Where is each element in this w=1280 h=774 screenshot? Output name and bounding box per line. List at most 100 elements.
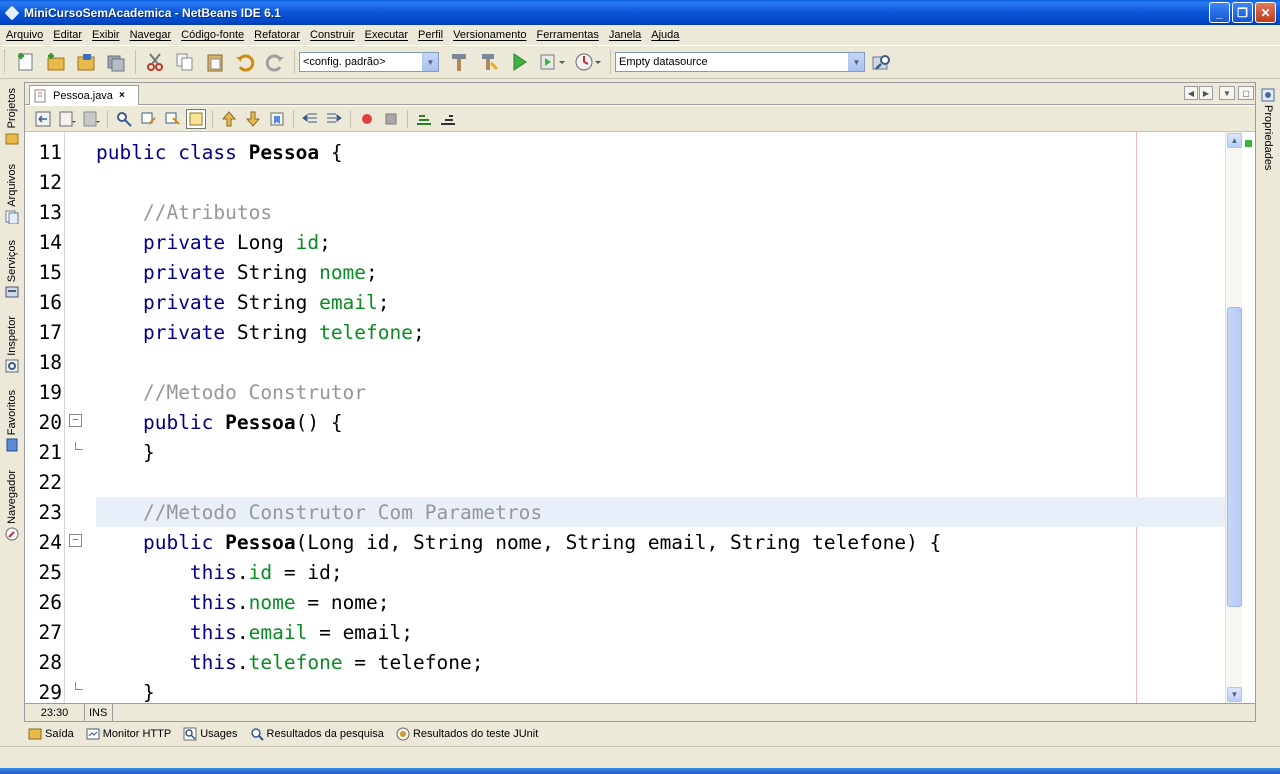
tab-projetos[interactable]: Projetos [1, 88, 23, 145]
run-icon[interactable] [507, 50, 531, 74]
start-macro-recording-icon[interactable] [357, 109, 377, 129]
tab-usages[interactable]: Usages [183, 727, 238, 741]
save-all-icon[interactable] [104, 50, 128, 74]
fold-collapse-icon[interactable]: − [69, 414, 82, 427]
code-line[interactable]: 21 } [25, 437, 1225, 467]
tab-inspetor[interactable]: Inspetor [1, 316, 23, 373]
code-line[interactable]: 20 public Pessoa() { [25, 407, 1225, 437]
shift-left-icon[interactable] [300, 109, 320, 129]
menu-executar[interactable]: Executar [360, 29, 413, 41]
code-line[interactable]: 17 private String telefone; [25, 317, 1225, 347]
code-line[interactable]: 15 private String nome; [25, 257, 1225, 287]
config-combo[interactable]: <config. padrão> ▼ [299, 52, 439, 72]
copy-icon[interactable] [173, 50, 197, 74]
tab-resultados-junit[interactable]: Resultados do teste JUnit [396, 727, 538, 741]
code-line[interactable]: 26 this.nome = nome; [25, 587, 1225, 617]
profile-icon[interactable] [573, 50, 603, 74]
code-line-current[interactable]: 23 //Metodo Construtor Com Parametros [25, 497, 1225, 527]
stop-macro-recording-icon[interactable] [381, 109, 401, 129]
code-line[interactable]: 14 private Long id; [25, 227, 1225, 257]
debug-icon[interactable] [537, 50, 567, 74]
code-line[interactable]: 24 public Pessoa(Long id, String nome, S… [25, 527, 1225, 557]
chevron-down-icon[interactable]: ▼ [422, 53, 438, 71]
last-edit-icon[interactable] [33, 109, 53, 129]
next-bookmark-icon[interactable] [243, 109, 263, 129]
tab-navegador[interactable]: Navegador [1, 470, 23, 541]
new-file-icon[interactable] [14, 50, 38, 74]
code-line[interactable]: 27 this.email = email; [25, 617, 1225, 647]
menu-navegar[interactable]: Navegar [125, 29, 177, 41]
tab-saida[interactable]: Saída [28, 727, 74, 741]
menu-exibir[interactable]: Exibir [87, 29, 125, 41]
tab-pessoa-java[interactable]: Pessoa.java × [29, 85, 139, 105]
build-hammer-icon[interactable] [447, 50, 471, 74]
find-selection-icon[interactable] [114, 109, 134, 129]
code-line[interactable]: 19 //Metodo Construtor [25, 377, 1225, 407]
paste-icon[interactable] [203, 50, 227, 74]
error-stripe[interactable] [1242, 132, 1255, 703]
uncomment-icon[interactable] [438, 109, 458, 129]
code-line[interactable]: 29 } [25, 677, 1225, 704]
close-tab-icon[interactable]: × [119, 90, 125, 101]
code-line[interactable]: 11 public class Pessoa { [25, 137, 1225, 167]
code-line[interactable]: 13 //Atributos [25, 197, 1225, 227]
code-editor[interactable]: 11 public class Pessoa { 12 13 //Atributo… [25, 132, 1255, 703]
scrollbar-thumb[interactable] [1227, 307, 1242, 607]
forward-icon[interactable] [81, 109, 101, 129]
tab-propriedades[interactable]: Propriedades [1257, 88, 1279, 170]
menu-codigo-fonte[interactable]: Código-fonte [176, 29, 249, 41]
redo-icon[interactable] [263, 50, 287, 74]
code-line[interactable]: 22 [25, 467, 1225, 497]
tab-favoritos[interactable]: Favoritos [1, 390, 23, 452]
code-line[interactable]: 28 this.telefone = telefone; [25, 647, 1225, 677]
undo-icon[interactable] [233, 50, 257, 74]
find-previous-icon[interactable] [138, 109, 158, 129]
code-line[interactable]: 18 [25, 347, 1225, 377]
toggle-bookmark-icon[interactable] [267, 109, 287, 129]
cut-icon[interactable] [143, 50, 167, 74]
scroll-tabs-left-icon[interactable]: ◀ [1184, 86, 1198, 100]
menu-arquivo[interactable]: Arquivo [1, 29, 48, 41]
chevron-down-icon[interactable]: ▼ [848, 53, 864, 71]
tab-saida-label: Saída [45, 728, 74, 740]
tab-resultados-pesquisa[interactable]: Resultados da pesquisa [250, 727, 384, 741]
shift-right-icon[interactable] [324, 109, 344, 129]
fold-collapse-icon[interactable]: − [69, 534, 82, 547]
find-next-icon[interactable] [162, 109, 182, 129]
clean-build-icon[interactable] [477, 50, 501, 74]
http-monitor-icon [86, 728, 100, 740]
datasource-combo[interactable]: Empty datasource ▼ [615, 52, 865, 72]
maximize-window-icon[interactable]: ▢ [1238, 86, 1254, 100]
close-button[interactable]: ✕ [1255, 2, 1276, 23]
tab-servicos[interactable]: Serviços [1, 240, 23, 299]
code-line[interactable]: 12 [25, 167, 1225, 197]
menu-perfil[interactable]: Perfil [413, 29, 448, 41]
previous-bookmark-icon[interactable] [219, 109, 239, 129]
title-bar: MiniCursoSemAcademica - NetBeans IDE 6.1… [0, 0, 1280, 25]
code-line[interactable]: 25 this.id = id; [25, 557, 1225, 587]
back-icon[interactable] [57, 109, 77, 129]
show-opened-docs-icon[interactable]: ▼ [1219, 86, 1235, 100]
vertical-scrollbar[interactable]: ▲ ▼ [1225, 132, 1242, 703]
menu-janela[interactable]: Janela [604, 29, 646, 41]
scroll-down-icon[interactable]: ▼ [1227, 687, 1242, 702]
scroll-tabs-right-icon[interactable]: ▶ [1199, 86, 1213, 100]
minimize-button[interactable]: _ [1209, 2, 1230, 23]
comment-icon[interactable] [414, 109, 434, 129]
scroll-up-icon[interactable]: ▲ [1227, 133, 1242, 148]
open-project-icon[interactable] [74, 50, 98, 74]
tab-arquivos[interactable]: Arquivos [1, 164, 23, 224]
code-line[interactable]: 16 private String email; [25, 287, 1225, 317]
menu-construir[interactable]: Construir [305, 29, 360, 41]
toggle-highlight-search-icon[interactable] [186, 108, 206, 129]
tab-monitor-http[interactable]: Monitor HTTP [86, 727, 171, 741]
menu-refatorar[interactable]: Refatorar [249, 29, 305, 41]
toolbar-grip[interactable] [4, 50, 7, 74]
search-database-icon[interactable] [869, 50, 893, 74]
menu-editar[interactable]: Editar [48, 29, 87, 41]
menu-ajuda[interactable]: Ajuda [646, 29, 684, 41]
new-project-icon[interactable] [44, 50, 68, 74]
menu-versionamento[interactable]: Versionamento [448, 29, 531, 41]
maximize-button[interactable]: ❐ [1232, 2, 1253, 23]
menu-ferramentas[interactable]: Ferramentas [532, 29, 604, 41]
